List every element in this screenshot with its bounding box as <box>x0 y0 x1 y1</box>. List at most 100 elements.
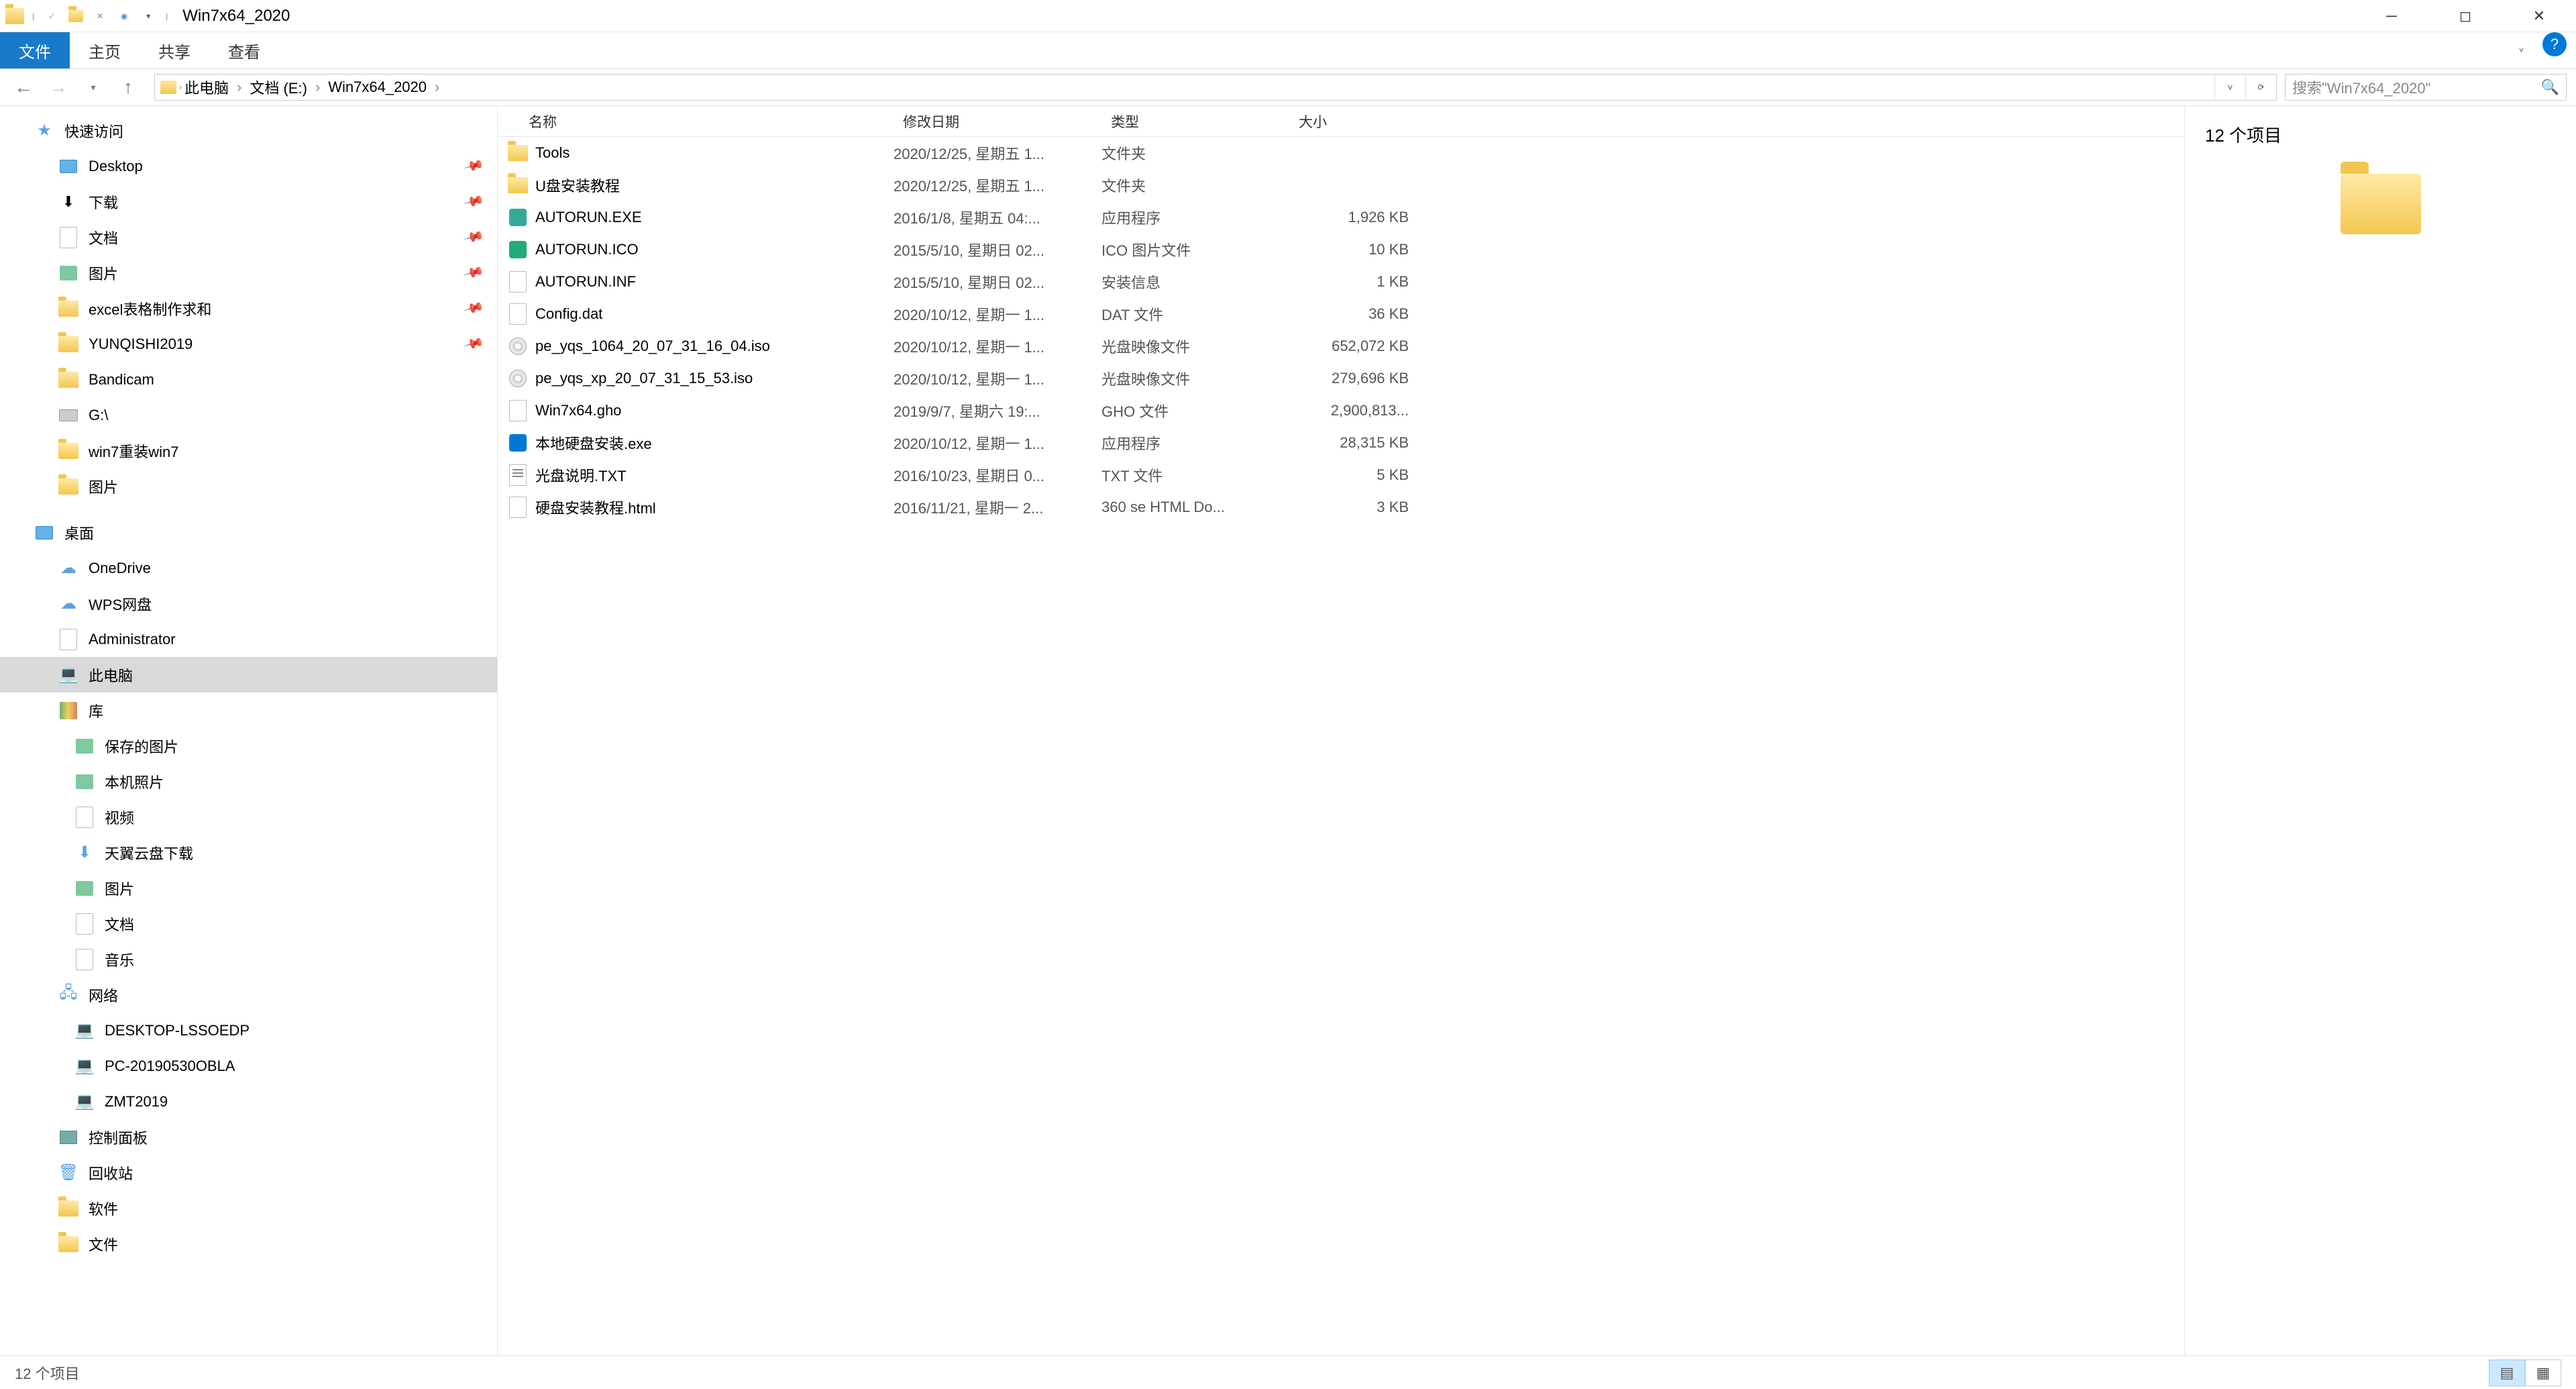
file-row[interactable]: 本地硬盘安装.exe 2020/10/12, 星期一 1... 应用程序 28,… <box>498 427 2184 459</box>
nav-item[interactable]: Bandicam <box>0 362 497 397</box>
ribbon-expand-button[interactable]: ˅ <box>2504 32 2538 68</box>
file-row[interactable]: Config.dat 2020/10/12, 星期一 1... DAT 文件 3… <box>498 298 2184 330</box>
nav-item[interactable]: 💻 此电脑 <box>0 657 497 692</box>
nav-item[interactable]: 本机照片 <box>0 764 497 799</box>
nav-item[interactable]: G:\ <box>0 397 497 433</box>
refresh-button[interactable]: ⟳ <box>2245 74 2276 100</box>
qat-properties-icon[interactable]: ✓ <box>42 7 61 25</box>
file-rows[interactable]: Tools 2020/12/25, 星期五 1... 文件夹 U盘安装教程 20… <box>498 137 2184 1355</box>
crumb-folder[interactable]: Win7x64_2020 <box>328 79 427 96</box>
address-bar[interactable]: › 此电脑 › 文档 (E:) › Win7x64_2020 › ˅ ⟳ <box>154 74 2277 101</box>
file-date: 2020/10/12, 星期一 1... <box>894 432 1102 454</box>
nav-item[interactable]: 库 <box>0 692 497 728</box>
nav-item[interactable]: 图片 📌 <box>0 255 497 291</box>
ribbon-tab-home[interactable]: 主页 <box>70 32 140 68</box>
file-row[interactable]: AUTORUN.ICO 2015/5/10, 星期日 02... ICO 图片文… <box>498 234 2184 266</box>
nav-item[interactable]: 图片 <box>0 870 497 906</box>
column-type[interactable]: 类型 <box>1102 106 1289 136</box>
nav-item[interactable]: 视频 <box>0 799 497 835</box>
file-row[interactable]: AUTORUN.EXE 2016/1/8, 星期五 04:... 应用程序 1,… <box>498 201 2184 234</box>
folder-app-icon <box>5 7 24 25</box>
nav-item[interactable]: 软件 <box>0 1190 497 1226</box>
nav-up-button[interactable]: ↑ <box>111 74 145 101</box>
search-input[interactable]: 搜索"Win7x64_2020" 🔍 <box>2285 74 2567 101</box>
qat-dropdown-icon[interactable]: ▾ <box>139 7 158 25</box>
file-row[interactable]: AUTORUN.INF 2015/5/10, 星期日 02... 安装信息 1 … <box>498 266 2184 298</box>
details-view-button[interactable]: ▤ <box>2489 1359 2525 1386</box>
col-label: 类型 <box>1111 111 1139 132</box>
nav-item[interactable]: 💻 DESKTOP-LSSOEDP <box>0 1013 497 1048</box>
nav-item[interactable]: 控制面板 <box>0 1119 497 1155</box>
nav-item[interactable]: Desktop 📌 <box>0 148 497 184</box>
nav-item-label: WPS网盘 <box>89 593 152 615</box>
nav-item-label: Desktop <box>89 158 143 175</box>
file-icon <box>507 497 529 518</box>
column-name[interactable]: 名称 <box>498 106 894 136</box>
qat-new-folder-icon[interactable] <box>66 7 85 25</box>
nav-forward-button[interactable]: → <box>42 74 75 101</box>
nav-item[interactable]: ☁ OneDrive <box>0 550 497 586</box>
file-row[interactable]: Win7x64.gho 2019/9/7, 星期六 19:... GHO 文件 … <box>498 395 2184 427</box>
crumb-pc[interactable]: 此电脑 <box>184 76 229 98</box>
nav-item[interactable]: YUNQISHI2019 📌 <box>0 326 497 362</box>
star-icon: ★ <box>32 119 56 143</box>
nav-item[interactable]: 💻 ZMT2019 <box>0 1084 497 1119</box>
file-row[interactable]: 光盘说明.TXT 2016/10/23, 星期日 0... TXT 文件 5 K… <box>498 459 2184 491</box>
content-area: 名称 修改日期 类型 大小 Tools 2020/12/25, 星期五 1...… <box>498 106 2576 1355</box>
status-text: 12 个项目 <box>15 1362 80 1384</box>
file-date: 2020/10/12, 星期一 1... <box>894 336 1102 357</box>
file-row[interactable]: U盘安装教程 2020/12/25, 星期五 1... 文件夹 <box>498 169 2184 201</box>
nav-item[interactable]: Administrator <box>0 621 497 657</box>
col-label: 修改日期 <box>903 111 959 132</box>
nav-item[interactable]: ☁ WPS网盘 <box>0 586 497 621</box>
nav-item[interactable]: 文件 <box>0 1226 497 1262</box>
nav-back-button[interactable]: ← <box>7 74 40 101</box>
search-placeholder: 搜索"Win7x64_2020" <box>2292 76 2430 98</box>
navigation-pane[interactable]: ★ 快速访问 Desktop 📌⬇ 下载 📌 文档 📌 图片 📌 excel表格… <box>0 106 498 1355</box>
nav-item[interactable]: 🗑 回收站 <box>0 1155 497 1190</box>
column-date[interactable]: 修改日期 <box>894 106 1102 136</box>
qat-delete-icon[interactable]: ✕ <box>91 7 109 25</box>
address-folder-icon <box>160 81 176 94</box>
nav-item[interactable]: 文档 <box>0 906 497 941</box>
nav-item[interactable]: win7重装win7 <box>0 433 497 468</box>
nav-item[interactable]: 💻 PC-20190530OBLA <box>0 1048 497 1084</box>
ribbon-tab-view[interactable]: 查看 <box>209 32 279 68</box>
qat-rename-icon[interactable]: ◉ <box>115 7 133 25</box>
nav-recent-dropdown[interactable]: ▾ <box>76 74 110 101</box>
nav-item[interactable]: 图片 <box>0 468 497 504</box>
minimize-button[interactable]: ─ <box>2355 0 2428 32</box>
nav-item[interactable]: ⬇ 下载 📌 <box>0 184 497 219</box>
nav-item-icon <box>56 1232 80 1256</box>
ribbon-tab-share[interactable]: 共享 <box>140 32 209 68</box>
file-row[interactable]: pe_yqs_1064_20_07_31_16_04.iso 2020/10/1… <box>498 330 2184 362</box>
file-row[interactable]: pe_yqs_xp_20_07_31_15_53.iso 2020/10/12,… <box>498 362 2184 395</box>
nav-item-icon: 💻 <box>72 1019 97 1043</box>
maximize-button[interactable]: ◻ <box>2428 0 2502 32</box>
nav-item[interactable]: 保存的图片 <box>0 728 497 764</box>
help-button[interactable]: ? <box>2542 32 2567 56</box>
file-icon <box>507 303 529 325</box>
nav-item-icon <box>72 734 97 758</box>
desktop-icon <box>32 521 56 545</box>
nav-item-label: 网络 <box>89 984 118 1006</box>
breadcrumb: 此电脑 › 文档 (E:) › Win7x64_2020 › <box>184 76 442 98</box>
thumbnails-view-button[interactable]: ▦ <box>2525 1359 2561 1386</box>
ribbon-file-tab[interactable]: 文件 <box>0 32 70 68</box>
address-dropdown-button[interactable]: ˅ <box>2214 74 2245 100</box>
nav-item[interactable]: 🖧 网络 <box>0 977 497 1013</box>
file-row[interactable]: Tools 2020/12/25, 星期五 1... 文件夹 <box>498 137 2184 169</box>
nav-item[interactable]: ⬇ 天翼云盘下载 <box>0 835 497 870</box>
nav-quick-access[interactable]: ★ 快速访问 <box>0 113 497 148</box>
nav-item[interactable]: excel表格制作求和 📌 <box>0 291 497 326</box>
pin-icon: 📌 <box>463 154 486 177</box>
nav-item[interactable]: 文档 📌 <box>0 219 497 255</box>
close-button[interactable]: ✕ <box>2502 0 2576 32</box>
window-controls: ─ ◻ ✕ <box>2355 0 2576 32</box>
file-row[interactable]: 硬盘安装教程.html 2016/11/21, 星期一 2... 360 se … <box>498 491 2184 523</box>
nav-desktop-root[interactable]: 桌面 <box>0 515 497 550</box>
file-type: ICO 图片文件 <box>1102 239 1289 260</box>
nav-item[interactable]: 音乐 <box>0 941 497 977</box>
column-size[interactable]: 大小 <box>1289 106 1424 136</box>
crumb-drive[interactable]: 文档 (E:) <box>250 76 307 98</box>
